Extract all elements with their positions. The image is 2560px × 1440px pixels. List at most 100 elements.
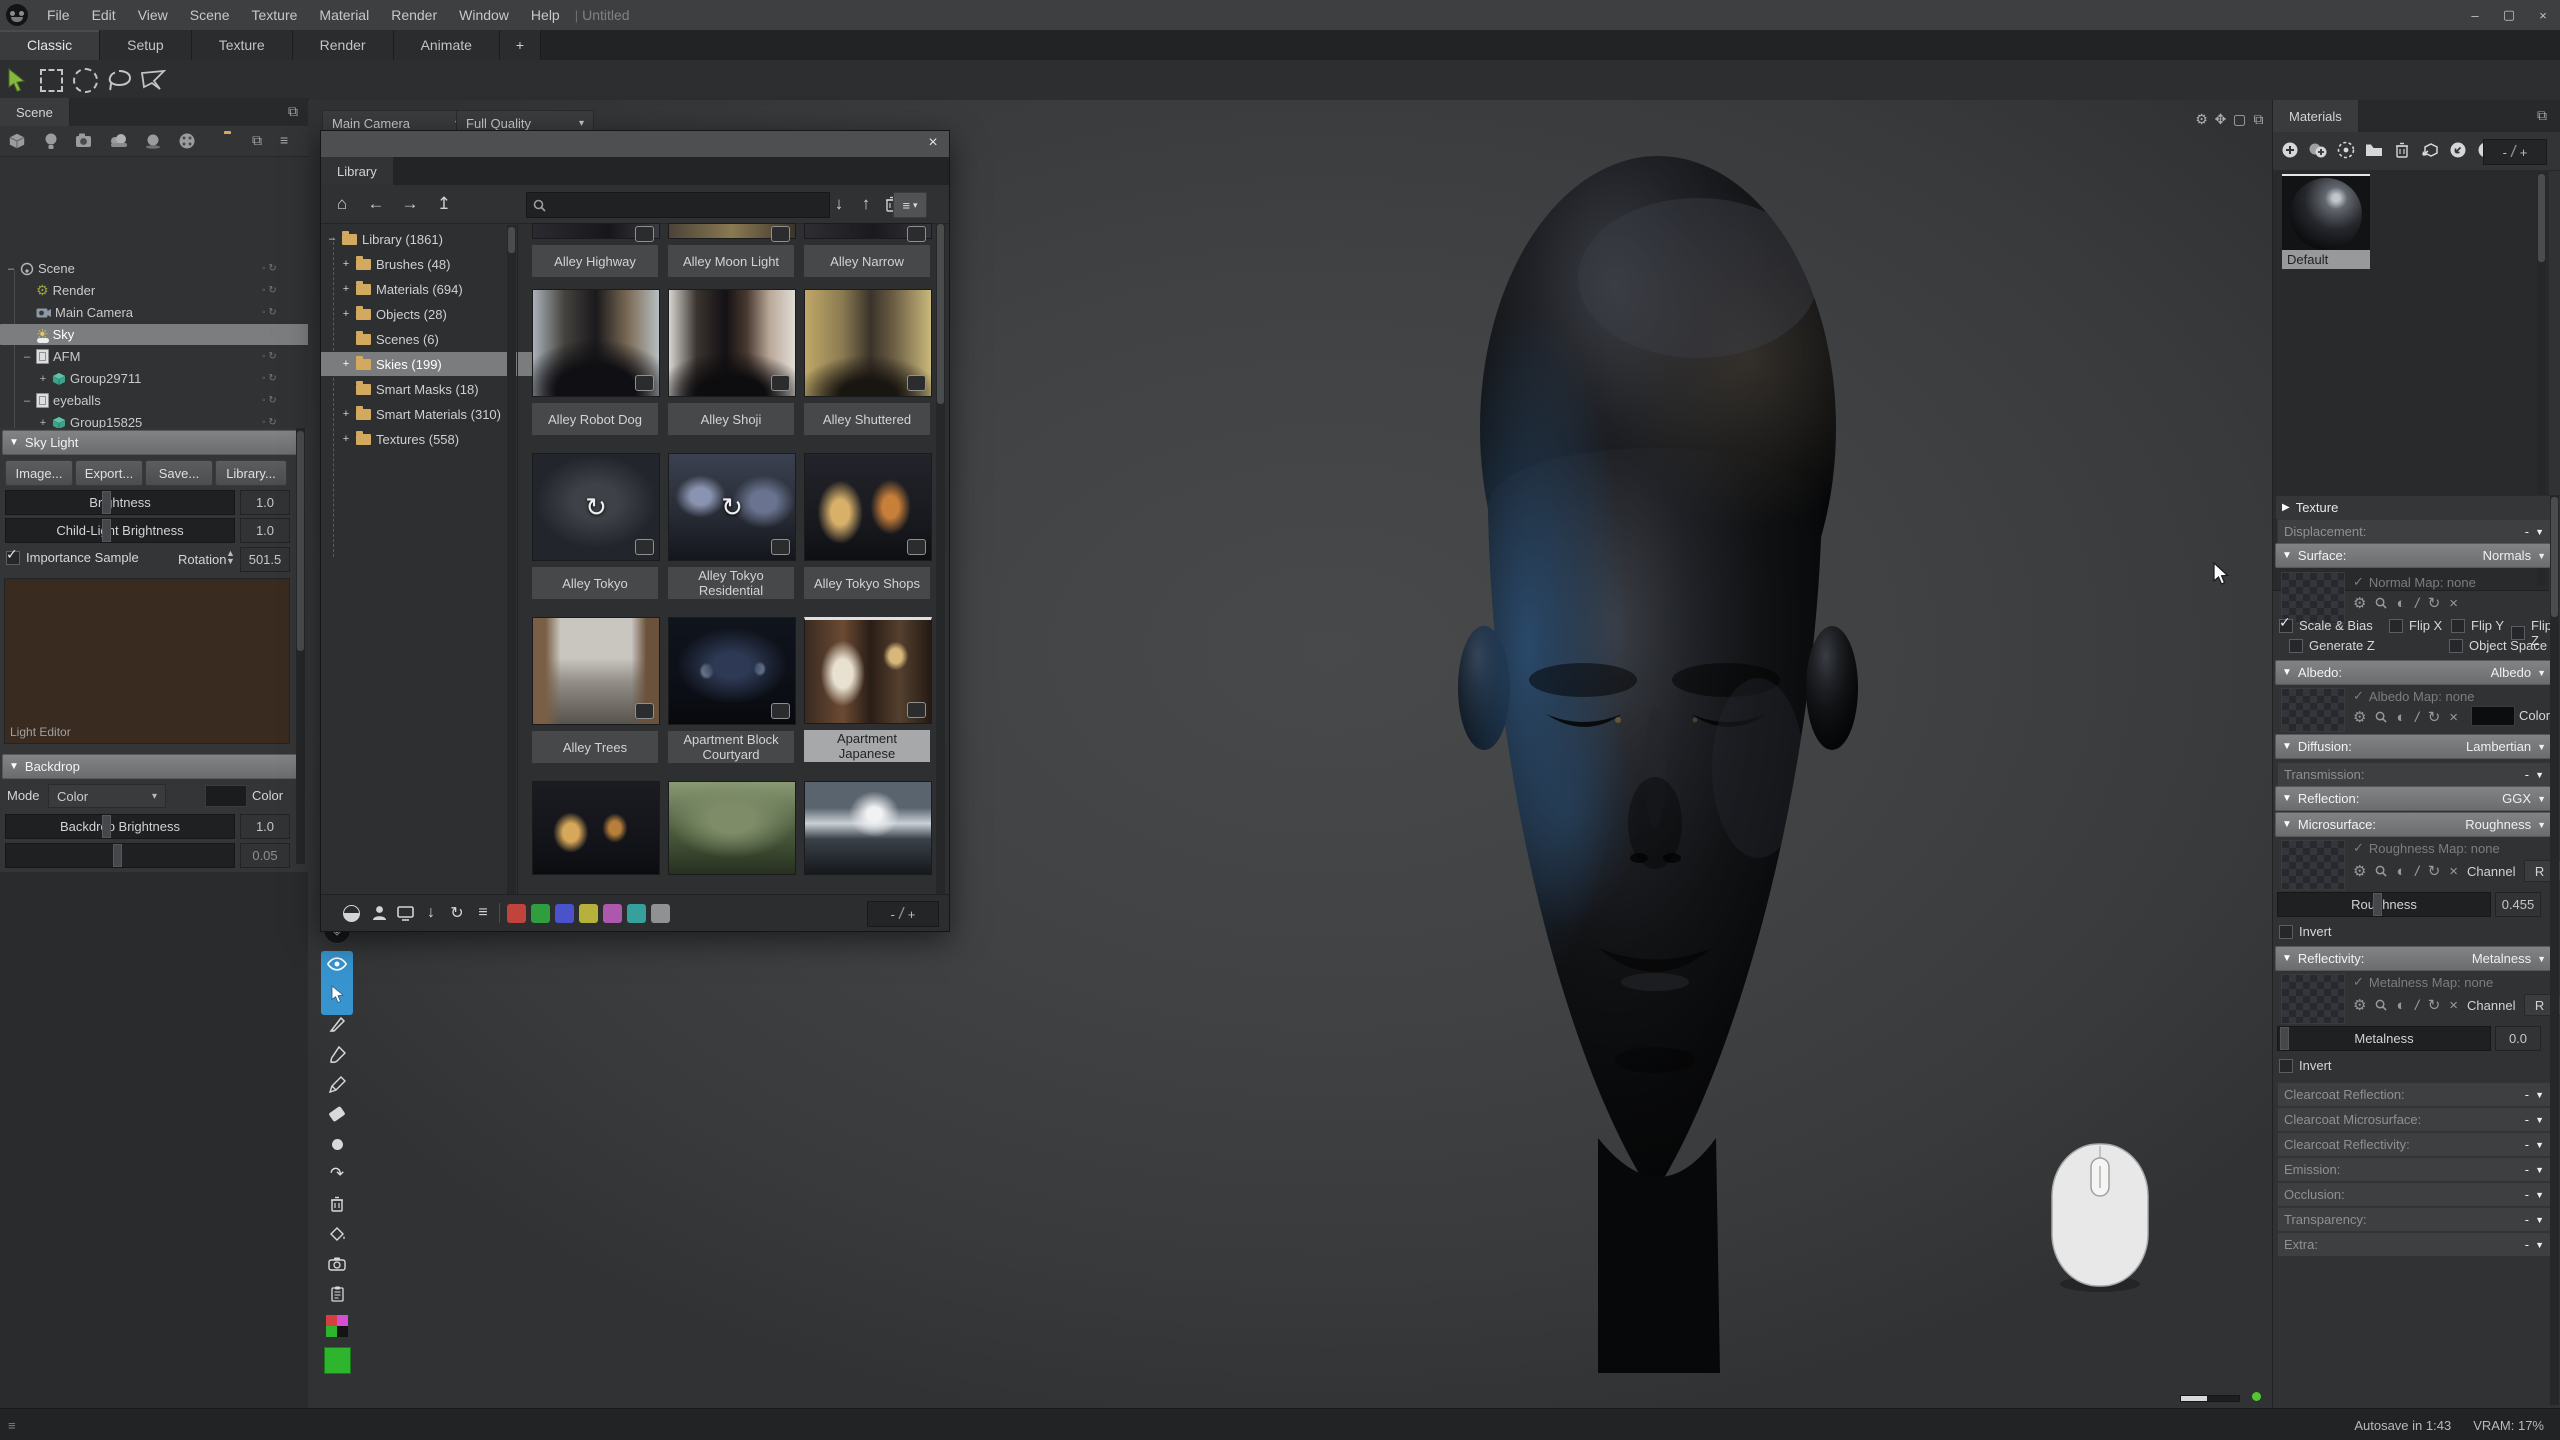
add-shadow-catcher-icon[interactable] (136, 127, 170, 155)
undo-stroke-icon[interactable]: ↷ (321, 1159, 353, 1189)
library-item-partial[interactable] (668, 781, 794, 875)
search-input[interactable] (526, 192, 830, 218)
trash-icon[interactable] (321, 1189, 353, 1219)
library-folder-smart-materials[interactable]: +Smart Materials (310) (341, 402, 501, 426)
backdrop-brightness-value[interactable]: 1.0 (240, 814, 290, 839)
add-light-icon[interactable] (34, 127, 68, 155)
sky-library-button[interactable]: Library... (215, 460, 287, 486)
rendered-head-model[interactable] (1448, 128, 1868, 1378)
workspace-tab-setup[interactable]: Setup (100, 30, 192, 60)
menu-scene[interactable]: Scene (179, 0, 241, 30)
menu-edit[interactable]: Edit (81, 0, 127, 30)
eraser-tool-icon[interactable] (321, 1099, 353, 1129)
brightness-slider[interactable]: Brightness (5, 490, 235, 515)
tree-item-group29711[interactable]: +Group29711 (38, 368, 338, 389)
duplicate-material-icon[interactable] (2305, 138, 2331, 162)
paint-bucket-icon[interactable] (321, 1219, 353, 1249)
row-toggle-icon[interactable]: ◦ ↻ (262, 373, 277, 384)
filter-swatch-red[interactable] (507, 904, 526, 923)
magnifier-icon[interactable] (2375, 597, 2387, 609)
thumbnail-checkbox[interactable] (907, 702, 926, 718)
viewport-zoom-slider[interactable] (2180, 1395, 2240, 1402)
transmission-section-header[interactable]: Transmission: -▼ (2277, 762, 2551, 787)
add-object-icon[interactable] (0, 127, 34, 155)
thumbnail-label[interactable]: Alley Narrow (804, 245, 930, 277)
material-checker-icon[interactable] (2333, 138, 2359, 162)
library-folder-textures[interactable]: +Textures (558) (341, 427, 459, 451)
menu-view[interactable]: View (127, 0, 179, 30)
left-panel-scrollbar[interactable] (296, 428, 305, 864)
refresh-icon[interactable]: ↻ (445, 902, 469, 924)
row-toggle-icon[interactable]: ◦ ↻ (262, 263, 277, 274)
dot-brush-icon[interactable] (321, 1129, 353, 1159)
home-icon[interactable]: ⌂ (329, 191, 355, 217)
metalness-map-slot[interactable] (2281, 974, 2345, 1024)
row-toggle-icon[interactable]: ◦ ↻ (262, 307, 277, 318)
library-item-alley-tokyo[interactable]: ↻ Alley Tokyo (532, 453, 658, 599)
backdrop-mode-select[interactable]: Color▾ (48, 784, 166, 808)
library-item-alley-shoji[interactable]: Alley Shoji (668, 289, 794, 435)
library-folder-smart-masks[interactable]: Smart Masks (18) (341, 377, 479, 401)
material-folder-icon[interactable] (2361, 138, 2387, 162)
filter-swatch-gray[interactable] (651, 904, 670, 923)
load-material-icon[interactable] (2445, 138, 2471, 162)
visibility-eye-icon[interactable] (321, 949, 353, 979)
sky-preview-image[interactable]: Light Editor (4, 578, 290, 744)
reload-icon[interactable]: ↻ (2428, 594, 2441, 612)
viewport-layout-icon[interactable]: ✥ (2211, 110, 2230, 128)
backdrop-color-swatch[interactable] (205, 785, 247, 807)
object-space-checkbox[interactable]: Object Space (2449, 638, 2547, 653)
library-item-alley-trees[interactable]: Alley Trees (532, 617, 658, 763)
library-folder-scenes[interactable]: Scenes (6) (341, 327, 439, 351)
gear-icon[interactable]: ⚙ (2353, 594, 2366, 612)
transparency-header[interactable]: Transparency:-▼ (2277, 1207, 2551, 1232)
workspace-tab-add[interactable]: + (500, 30, 541, 60)
flip-y-checkbox[interactable]: Flip Y (2451, 618, 2504, 633)
local-library-icon[interactable] (393, 902, 417, 924)
library-close-icon[interactable]: × (923, 133, 943, 153)
filter-swatch-teal[interactable] (627, 904, 646, 923)
library-item-partial[interactable] (532, 781, 658, 875)
delete-material-icon[interactable] (2389, 138, 2415, 162)
back-icon[interactable]: ← (363, 191, 389, 217)
albedo-section-header[interactable]: ▼Albedo: Albedo▼ (2275, 660, 2553, 685)
thumbnail-partial[interactable] (532, 223, 660, 239)
tree-item-main-camera[interactable]: Main Camera (22, 302, 322, 323)
albedo-color-swatch[interactable] (2471, 706, 2515, 726)
clearcoat-microsurface-header[interactable]: Clearcoat Microsurface:-▼ (2277, 1107, 2551, 1132)
thumbnail-checkbox[interactable] (771, 539, 790, 555)
row-toggle-icon[interactable]: ◦ ↻ (262, 417, 277, 428)
reload-icon[interactable]: ↻ (2428, 996, 2441, 1014)
sky-light-header[interactable]: ▼Sky Light (2, 430, 298, 455)
folder-tree-scrollbar[interactable] (507, 225, 516, 925)
tree-item-render[interactable]: ⚙Render (22, 280, 322, 301)
row-toggle-icon[interactable]: ◦ ↻ (262, 285, 277, 296)
clearcoat-reflectivity-header[interactable]: Clearcoat Reflectivity:-▼ (2277, 1132, 2551, 1157)
edit-icon[interactable]: / (2413, 708, 2420, 725)
export-icon[interactable]: ↑ (853, 191, 879, 217)
add-material-icon[interactable] (170, 127, 204, 155)
window-maximize-button[interactable]: ▢ (2492, 0, 2526, 30)
workspace-tab-classic[interactable]: Classic (0, 30, 100, 60)
extra-header[interactable]: Extra:-▼ (2277, 1232, 2551, 1257)
roughness-map-slot[interactable] (2281, 840, 2345, 890)
thumbnail-checkbox[interactable] (771, 375, 790, 391)
menu-window[interactable]: Window (448, 0, 520, 30)
sky-save-button[interactable]: Save... (145, 460, 213, 486)
row-toggle-icon[interactable]: ◦ ↻ (262, 329, 277, 340)
library-folder-objects[interactable]: +Objects (28) (341, 302, 447, 326)
thumbnail-checkbox[interactable] (635, 375, 654, 391)
import-icon[interactable]: ↓ (826, 191, 852, 217)
polygon-lasso-select-icon[interactable] (136, 66, 170, 94)
reload-icon[interactable]: ↻ (2428, 708, 2441, 726)
scene-duplicate-icon[interactable]: ⧉ (252, 132, 262, 149)
emission-header[interactable]: Emission:-▼ (2277, 1157, 2551, 1182)
library-folder-brushes[interactable]: +Brushes (48) (341, 252, 450, 276)
surface-section-header[interactable]: ▼Surface: Normals▼ (2275, 543, 2553, 568)
sphere-preview-icon[interactable]: ◐ (2396, 997, 2405, 1014)
library-folder-materials[interactable]: +Materials (694) (341, 277, 463, 301)
circle-select-icon[interactable] (68, 66, 102, 94)
edit-icon[interactable]: / (2413, 594, 2420, 611)
add-camera-icon[interactable] (68, 127, 102, 155)
sphere-preview-icon[interactable]: ◐ (2396, 595, 2405, 612)
